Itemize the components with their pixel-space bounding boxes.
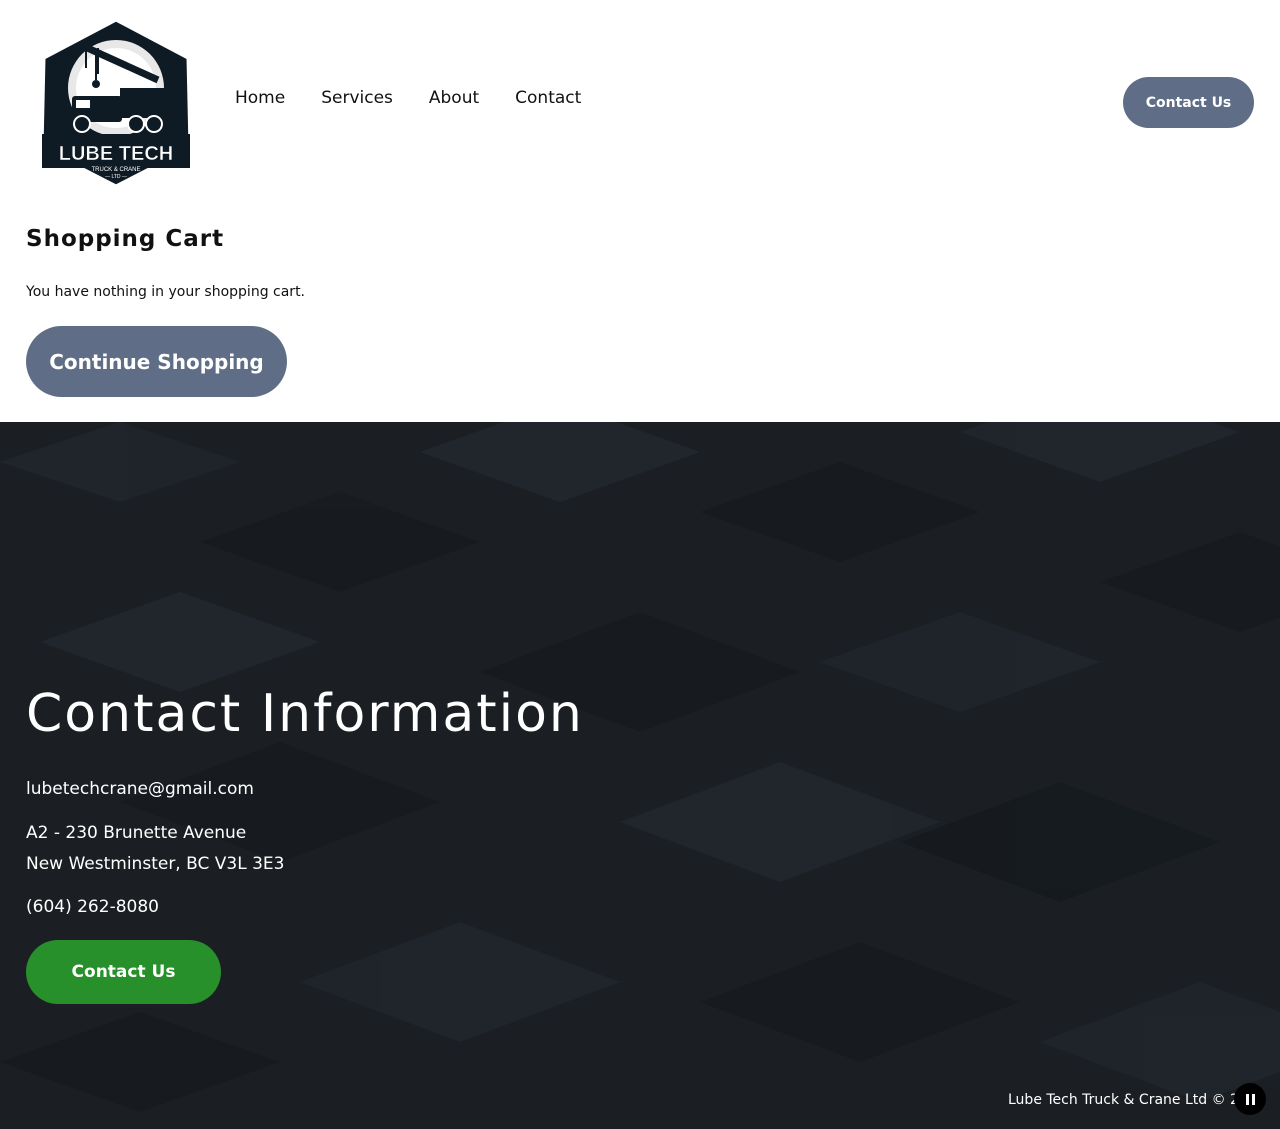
address-line-2: New Westminster, BC V3L 3E3 xyxy=(26,854,285,874)
geometric-background xyxy=(0,422,1280,1112)
site-footer: Contact Information lubetechcrane@gmail.… xyxy=(0,422,1280,1129)
nav-contact[interactable]: Contact xyxy=(515,88,581,108)
crane-truck-logo-icon: LUBE TECH TRUCK & CRANE — LTD — xyxy=(40,18,192,188)
contact-email-link[interactable]: lubetechcrane@gmail.com xyxy=(26,779,254,799)
header-contact-button[interactable]: Contact Us xyxy=(1123,77,1254,128)
site-header: LUBE TECH TRUCK & CRANE — LTD — Home Ser… xyxy=(0,0,1280,205)
continue-shopping-button[interactable]: Continue Shopping xyxy=(26,326,287,397)
page-title: Shopping Cart xyxy=(26,226,225,252)
phone-link[interactable]: (604) 262-8080 xyxy=(26,897,159,917)
svg-text:TRUCK & CRANE: TRUCK & CRANE xyxy=(91,167,140,173)
pause-bar-left xyxy=(1245,1093,1249,1105)
svg-text:— LTD —: — LTD — xyxy=(105,174,127,180)
nav-services[interactable]: Services xyxy=(321,88,393,108)
nav-home[interactable]: Home xyxy=(235,88,285,108)
empty-cart-message: You have nothing in your shopping cart. xyxy=(26,284,306,300)
contact-title: Contact Information xyxy=(26,684,584,744)
nav-about[interactable]: About xyxy=(429,88,479,108)
logo[interactable]: LUBE TECH TRUCK & CRANE — LTD — xyxy=(38,18,194,188)
pause-icon[interactable] xyxy=(1234,1083,1266,1115)
footer-contact-button[interactable]: Contact Us xyxy=(26,940,221,1004)
logo-brand-text: LUBE TECH xyxy=(59,143,173,165)
pause-bar-right xyxy=(1251,1093,1255,1105)
copyright-text: Lube Tech Truck & Crane Ltd © 2024 xyxy=(1008,1092,1236,1108)
main-nav: Home Services About Contact xyxy=(235,88,617,108)
address-line-1: A2 - 230 Brunette Avenue xyxy=(26,823,247,843)
